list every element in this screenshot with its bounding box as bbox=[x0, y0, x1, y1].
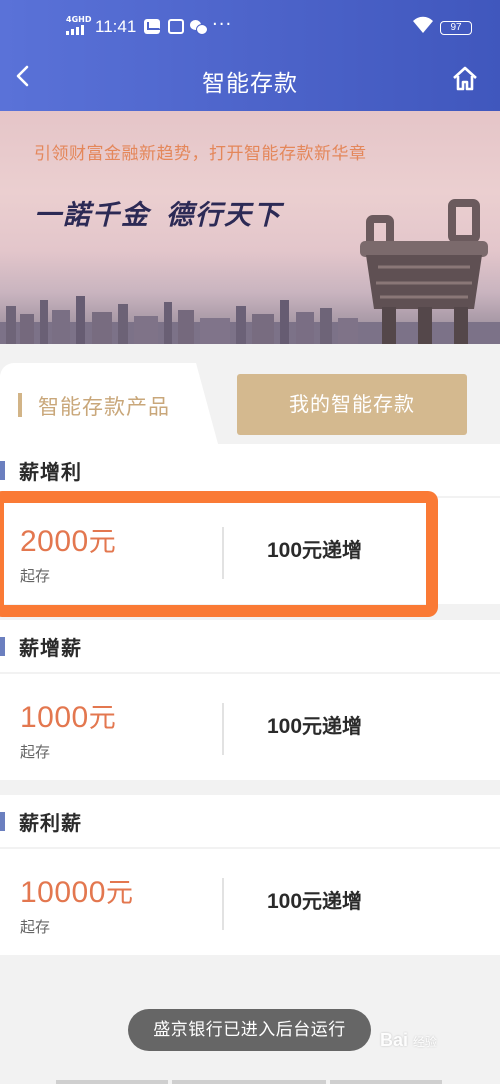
min-amount: 1000元 bbox=[20, 701, 117, 734]
section-marker bbox=[0, 461, 5, 480]
page-header: 智能存款 bbox=[0, 52, 500, 111]
product-header: 薪增薪 bbox=[0, 620, 500, 672]
min-amount-label: 起存 bbox=[20, 743, 51, 761]
status-bar: 4GHD 11:41 ··· 97 bbox=[0, 0, 500, 52]
product-card[interactable]: 10000元 起存 100元递增 bbox=[0, 849, 500, 955]
product-section: 薪利薪 10000元 起存 100元递增 bbox=[0, 795, 500, 955]
divider bbox=[222, 703, 224, 755]
product-name: 薪增利 bbox=[19, 460, 82, 484]
calligraphy-left: 一諾千金 bbox=[34, 200, 150, 231]
baidu-watermark: Bai 经验 bbox=[380, 1030, 438, 1050]
home-icon[interactable] bbox=[450, 64, 480, 92]
battery-indicator: 97 bbox=[440, 21, 472, 35]
nav-hint bbox=[56, 1080, 168, 1084]
promo-banner[interactable]: 引领财富金融新趋势，打开智能存款新华章 一諾千金 德行天下 bbox=[0, 111, 500, 344]
product-card[interactable]: 2000元 起存 100元递增 bbox=[0, 498, 500, 604]
tab-smart-deposit-products[interactable]: 智能存款产品 bbox=[0, 363, 218, 444]
banner-calligraphy: 一諾千金 德行天下 bbox=[34, 193, 282, 232]
signal-icon bbox=[66, 25, 88, 35]
product-card[interactable]: 1000元 起存 100元递增 bbox=[0, 674, 500, 780]
calligraphy-right: 德行天下 bbox=[166, 200, 282, 231]
nav-hint bbox=[172, 1080, 326, 1084]
section-marker bbox=[0, 637, 5, 656]
top-bar: 4GHD 11:41 ··· 97 智能存款 bbox=[0, 0, 500, 111]
notification-icon bbox=[168, 19, 184, 34]
clock: 11:41 bbox=[95, 17, 137, 36]
product-header: 薪增利 bbox=[0, 444, 500, 496]
section-marker bbox=[0, 812, 5, 831]
min-amount: 2000元 bbox=[20, 525, 117, 558]
divider bbox=[222, 527, 224, 579]
wifi-icon bbox=[412, 16, 434, 34]
background-toast: 盛京银行已进入后台运行 bbox=[128, 1009, 371, 1051]
min-amount: 10000元 bbox=[20, 876, 134, 909]
network-type: 4GHD bbox=[66, 15, 92, 24]
increment-text: 100元递增 bbox=[267, 538, 363, 562]
product-header: 薪利薪 bbox=[0, 795, 500, 847]
min-amount-label: 起存 bbox=[20, 567, 51, 585]
bronze-ding-image bbox=[360, 199, 488, 344]
tab-indicator bbox=[18, 393, 22, 417]
page-title: 智能存款 bbox=[202, 71, 298, 97]
product-section: 薪增薪 1000元 起存 100元递增 bbox=[0, 620, 500, 780]
wechat-icon bbox=[190, 19, 208, 35]
more-notifications-icon: ··· bbox=[212, 14, 233, 35]
tab-label: 智能存款产品 bbox=[38, 395, 170, 419]
increment-text: 100元递增 bbox=[267, 714, 363, 738]
message-icon bbox=[144, 19, 160, 34]
nav-hint bbox=[330, 1080, 442, 1084]
product-name: 薪增薪 bbox=[19, 636, 82, 660]
divider bbox=[222, 878, 224, 930]
tab-my-smart-deposits[interactable]: 我的智能存款 bbox=[237, 374, 467, 435]
tab-bar: 智能存款产品 我的智能存款 bbox=[0, 344, 500, 444]
min-amount-label: 起存 bbox=[20, 918, 51, 936]
product-name: 薪利薪 bbox=[19, 811, 82, 835]
banner-slogan: 引领财富金融新趋势，打开智能存款新华章 bbox=[34, 144, 367, 164]
product-section: 薪增利 2000元 起存 100元递增 bbox=[0, 444, 500, 604]
increment-text: 100元递增 bbox=[267, 889, 363, 913]
